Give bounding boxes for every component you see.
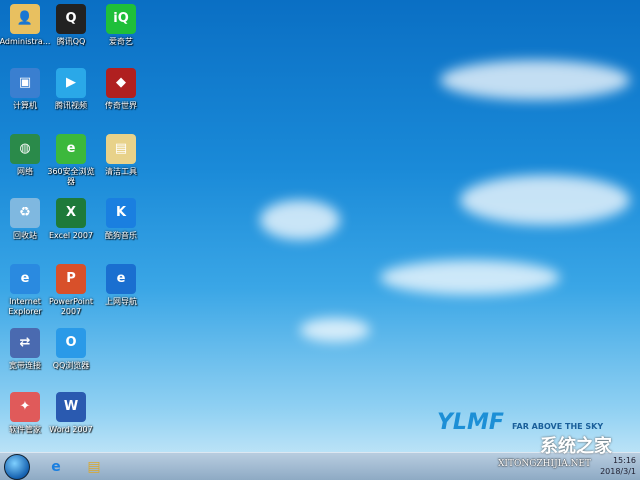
system-clock[interactable]: 15:16 2018/3/1	[600, 455, 636, 477]
desktop-icon-label: QQ浏览器	[52, 361, 90, 370]
desktop-icon-label: Excel 2007	[48, 231, 94, 240]
desktop-icon[interactable]: X Excel 2007	[44, 198, 98, 241]
internet-explorer-icon: e	[10, 264, 40, 294]
taskbar-internet-explorer-icon[interactable]: e	[44, 456, 68, 478]
browser-360-icon: e	[56, 134, 86, 164]
desktop-icon[interactable]: Q 腾讯QQ	[44, 4, 98, 47]
wallpaper-slogan: FAR ABOVE THE SKY	[512, 422, 604, 431]
desktop-icon[interactable]: e 360安全浏览器	[44, 134, 98, 187]
tencent-video-icon: ▶	[56, 68, 86, 98]
desktop-icon[interactable]: ▤ 清洁工具	[94, 134, 148, 177]
qq-browser-icon: O	[56, 328, 86, 358]
desktop-icon-label: 腾讯QQ	[56, 37, 86, 46]
desktop-icon[interactable]: e 上网导航	[94, 264, 148, 307]
folder-icon: ▤	[106, 134, 136, 164]
desktop-icon-label: 酷狗音乐	[105, 231, 137, 240]
iqiyi-icon: iQ	[106, 4, 136, 34]
powerpoint-icon: P	[56, 264, 86, 294]
desktop-icon-label: Word 2007	[49, 425, 93, 434]
desktop-icon[interactable]: O QQ浏览器	[44, 328, 98, 371]
start-button[interactable]	[4, 454, 30, 480]
desktop-icon[interactable]: iQ 爱奇艺	[94, 4, 148, 47]
desktop-icon-label: 360安全浏览器	[47, 167, 95, 186]
desktop-icon-label: 清洁工具	[105, 167, 137, 176]
desktop-icon-label: 腾讯视频	[55, 101, 87, 110]
desktop-icon[interactable]: K 酷狗音乐	[94, 198, 148, 241]
desktop-icon-label: PowerPoint 2007	[48, 297, 94, 316]
broadband-connection-icon: ⇄	[10, 328, 40, 358]
word-icon: W	[56, 392, 86, 422]
ylmf-logo: YLMF	[437, 410, 504, 435]
desktop-icon-label: 上网导航	[105, 297, 137, 306]
user-folder-icon: 👤	[10, 4, 40, 34]
excel-icon: X	[56, 198, 86, 228]
desktop-icon-label: 爱奇艺	[109, 37, 133, 46]
watermark-url: XITONGZHIJIA.NET	[498, 459, 592, 469]
watermark-text: 系统之家	[540, 436, 612, 457]
edge-browser-icon: e	[106, 264, 136, 294]
desktop-icon[interactable]: W Word 2007	[44, 392, 98, 435]
desktop-icon[interactable]: P PowerPoint 2007	[44, 264, 98, 317]
kugou-icon: K	[106, 198, 136, 228]
network-globe-icon: ◍	[10, 134, 40, 164]
recycle-bin-icon: ♻	[10, 198, 40, 228]
clock-date: 2018/3/1	[600, 467, 636, 476]
qq-penguin-icon: Q	[56, 4, 86, 34]
software-manager-icon: ✦	[10, 392, 40, 422]
game-icon: ◆	[106, 68, 136, 98]
desktop-icon[interactable]: ◆ 传奇世界	[94, 68, 148, 111]
desktop-icon-label: 传奇世界	[105, 101, 137, 110]
computer-icon: ▣	[10, 68, 40, 98]
desktop-icon[interactable]: ▶ 腾讯视频	[44, 68, 98, 111]
taskbar-file-explorer-icon[interactable]: ▤	[82, 456, 106, 478]
